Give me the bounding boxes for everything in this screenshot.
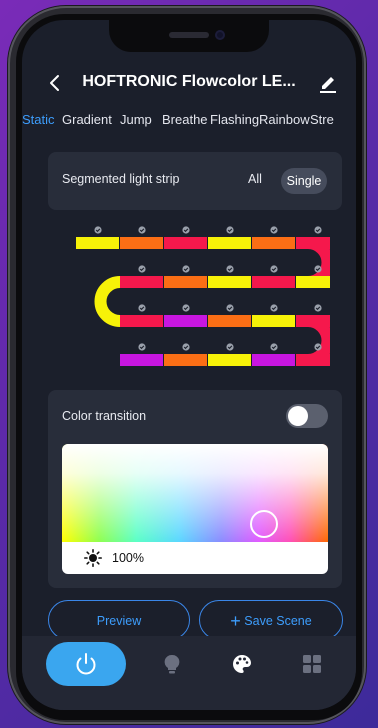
app-screen: HOFTRONIC Flowcolor LE... Static Gradien… [22,20,356,710]
preview-button[interactable]: Preview [48,600,190,640]
led-segment[interactable] [208,276,251,288]
color-transition-card: Color transition 100% [48,390,342,588]
led-segment[interactable] [252,237,295,249]
led-segment[interactable] [76,237,119,249]
color-picker-handle[interactable] [250,510,278,538]
camera-icon [215,30,225,40]
plus-icon: + [230,611,241,631]
led-strip-diagram[interactable] [58,220,330,382]
color-transition-toggle[interactable] [286,404,328,428]
segment-check-icon [270,343,278,351]
sun-icon [84,549,102,567]
tab-breathe[interactable]: Breathe [162,112,208,127]
speaker [169,32,209,38]
tab-jump[interactable]: Jump [120,112,152,127]
led-segment[interactable] [120,315,163,327]
led-segment[interactable] [252,354,295,366]
led-segment[interactable] [208,315,251,327]
brightness-value: 100% [112,551,144,565]
color-picker[interactable] [62,444,328,542]
segment-all-button[interactable]: All [248,172,262,186]
save-scene-label: Save Scene [244,614,312,628]
strip-bend [94,276,121,327]
app-header: HOFTRONIC Flowcolor LE... [22,70,356,96]
segment-check-icon [138,226,146,234]
segment-check-icon [314,304,322,312]
segment-check-icon [270,226,278,234]
color-transition-label: Color transition [62,409,147,423]
led-segment[interactable] [164,354,207,366]
tab-static[interactable]: Static [22,112,55,127]
segment-check-icon [138,304,146,312]
led-segment[interactable] [296,354,330,366]
bottom-nav [22,636,356,710]
tab-rainbow[interactable]: Rainbow [259,112,310,127]
led-segment[interactable] [120,237,163,249]
bulb-icon[interactable] [160,652,184,676]
power-button[interactable] [46,642,126,686]
tab-flashing[interactable]: Flashing [210,112,259,127]
segment-check-icon [182,265,190,273]
segment-check-icon [226,265,234,273]
segment-check-icon [182,226,190,234]
pencil-icon [320,77,336,93]
brightness-slider[interactable]: 100% [62,542,328,574]
save-scene-button[interactable]: + Save Scene [199,600,343,640]
notch [109,20,269,52]
led-segment[interactable] [164,315,207,327]
led-segment[interactable] [252,276,295,288]
led-segment[interactable] [252,315,295,327]
segment-check-icon [182,304,190,312]
segment-single-button[interactable]: Single [281,168,327,194]
segment-check-icon [226,343,234,351]
toggle-knob [288,406,308,426]
grid-icon[interactable] [300,652,324,676]
segment-check-icon [138,343,146,351]
led-segment[interactable] [164,276,207,288]
led-segment[interactable] [120,354,163,366]
segment-check-icon [270,304,278,312]
chevron-left-icon [50,75,59,91]
segment-check-icon [226,226,234,234]
segment-check-icon [314,265,322,273]
led-segment[interactable] [296,276,330,288]
page-title: HOFTRONIC Flowcolor LE... [82,73,296,90]
power-icon [76,653,96,675]
segment-check-icon [270,265,278,273]
segment-check-icon [314,343,322,351]
edit-button[interactable] [318,72,338,94]
led-segment[interactable] [120,276,163,288]
back-button[interactable] [44,70,68,96]
palette-icon[interactable] [230,652,254,676]
segment-check-icon [138,265,146,273]
segment-check-icon [182,343,190,351]
segment-check-icon [314,226,322,234]
led-segment[interactable] [208,354,251,366]
led-segment[interactable] [208,237,251,249]
segment-check-icon [226,304,234,312]
led-segment[interactable] [164,237,207,249]
segment-card: Segmented light strip All Single [48,152,342,210]
segment-check-icon [94,226,102,234]
segment-label: Segmented light strip [62,172,180,186]
tab-stre[interactable]: Stre [310,112,334,127]
picker-white-overlay [62,444,328,542]
tab-gradient[interactable]: Gradient [62,112,112,127]
led-segment[interactable] [296,315,330,327]
mode-tabs: Static Gradient Jump Breathe Flashing Ra… [22,112,356,134]
led-segment[interactable] [296,237,330,249]
